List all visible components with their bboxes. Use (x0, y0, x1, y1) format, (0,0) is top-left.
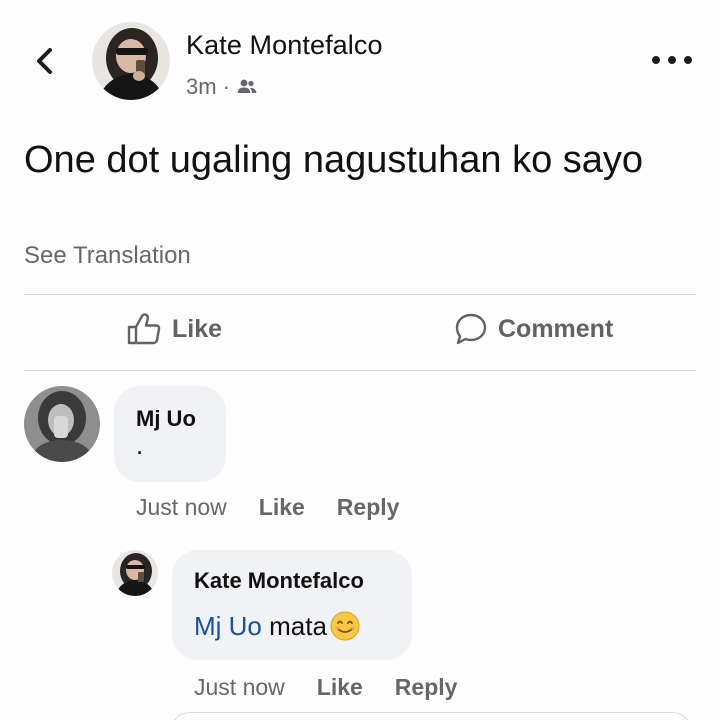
post-text: One dot ugaling nagustuhan ko sayo (24, 139, 644, 181)
comment-text-body (262, 611, 269, 642)
like-label: Like (172, 314, 223, 343)
profile-photo (112, 550, 158, 596)
comment-composer[interactable] (170, 712, 692, 720)
mention-link[interactable]: Mj Uo (194, 611, 262, 642)
divider (24, 370, 696, 371)
comment-text: . (136, 430, 144, 460)
more-options-button[interactable] (652, 48, 692, 72)
comment-like-button[interactable]: Like (259, 494, 305, 521)
comment-time: Just now (194, 674, 285, 700)
post-time[interactable]: 3m (186, 74, 217, 100)
comment-text: Mj Uo mata (194, 610, 361, 642)
comment-text-word: mata (269, 610, 327, 641)
avatar[interactable] (24, 386, 100, 462)
post-author-name[interactable]: Kate Montefalco (186, 30, 383, 61)
post-detail-screen: Kate Montefalco 3m · One dot ugaling nag… (0, 0, 720, 720)
thumbs-up-icon (127, 313, 161, 345)
dot (652, 56, 660, 64)
comment-icon (455, 313, 487, 345)
comment-reply-button[interactable]: Reply (395, 674, 458, 701)
comment-time: Just now (136, 494, 227, 520)
comment-actions: Just now Like Reply (136, 494, 431, 521)
chevron-left-icon (37, 48, 52, 74)
back-button[interactable] (28, 44, 62, 78)
friends-icon (236, 78, 258, 96)
divider (24, 294, 696, 295)
meta-separator: · (222, 74, 230, 99)
post-meta: 3m · (186, 74, 258, 100)
dot (684, 56, 692, 64)
profile-photo (24, 386, 100, 462)
comment-like-button[interactable]: Like (317, 674, 363, 701)
comment-bubble: Mj Uo . (114, 386, 226, 482)
avatar[interactable] (112, 550, 158, 596)
avatar[interactable] (92, 22, 170, 100)
comment-bubble: Kate Montefalco Mj Uo mata (172, 550, 412, 660)
comment-author-name[interactable]: Kate Montefalco (194, 568, 364, 594)
see-translation-link[interactable]: See Translation (24, 242, 191, 270)
smiling-face-emoji-icon (329, 610, 361, 642)
dot (668, 56, 676, 64)
comment-reply-button[interactable]: Reply (337, 494, 400, 521)
comment-author-name[interactable]: Mj Uo (136, 406, 196, 432)
comment-button[interactable]: Comment (454, 312, 613, 346)
comment-label: Comment (498, 314, 614, 343)
like-button[interactable]: Like (126, 312, 222, 346)
comment-actions: Just now Like Reply (194, 674, 489, 701)
profile-photo (92, 22, 170, 100)
